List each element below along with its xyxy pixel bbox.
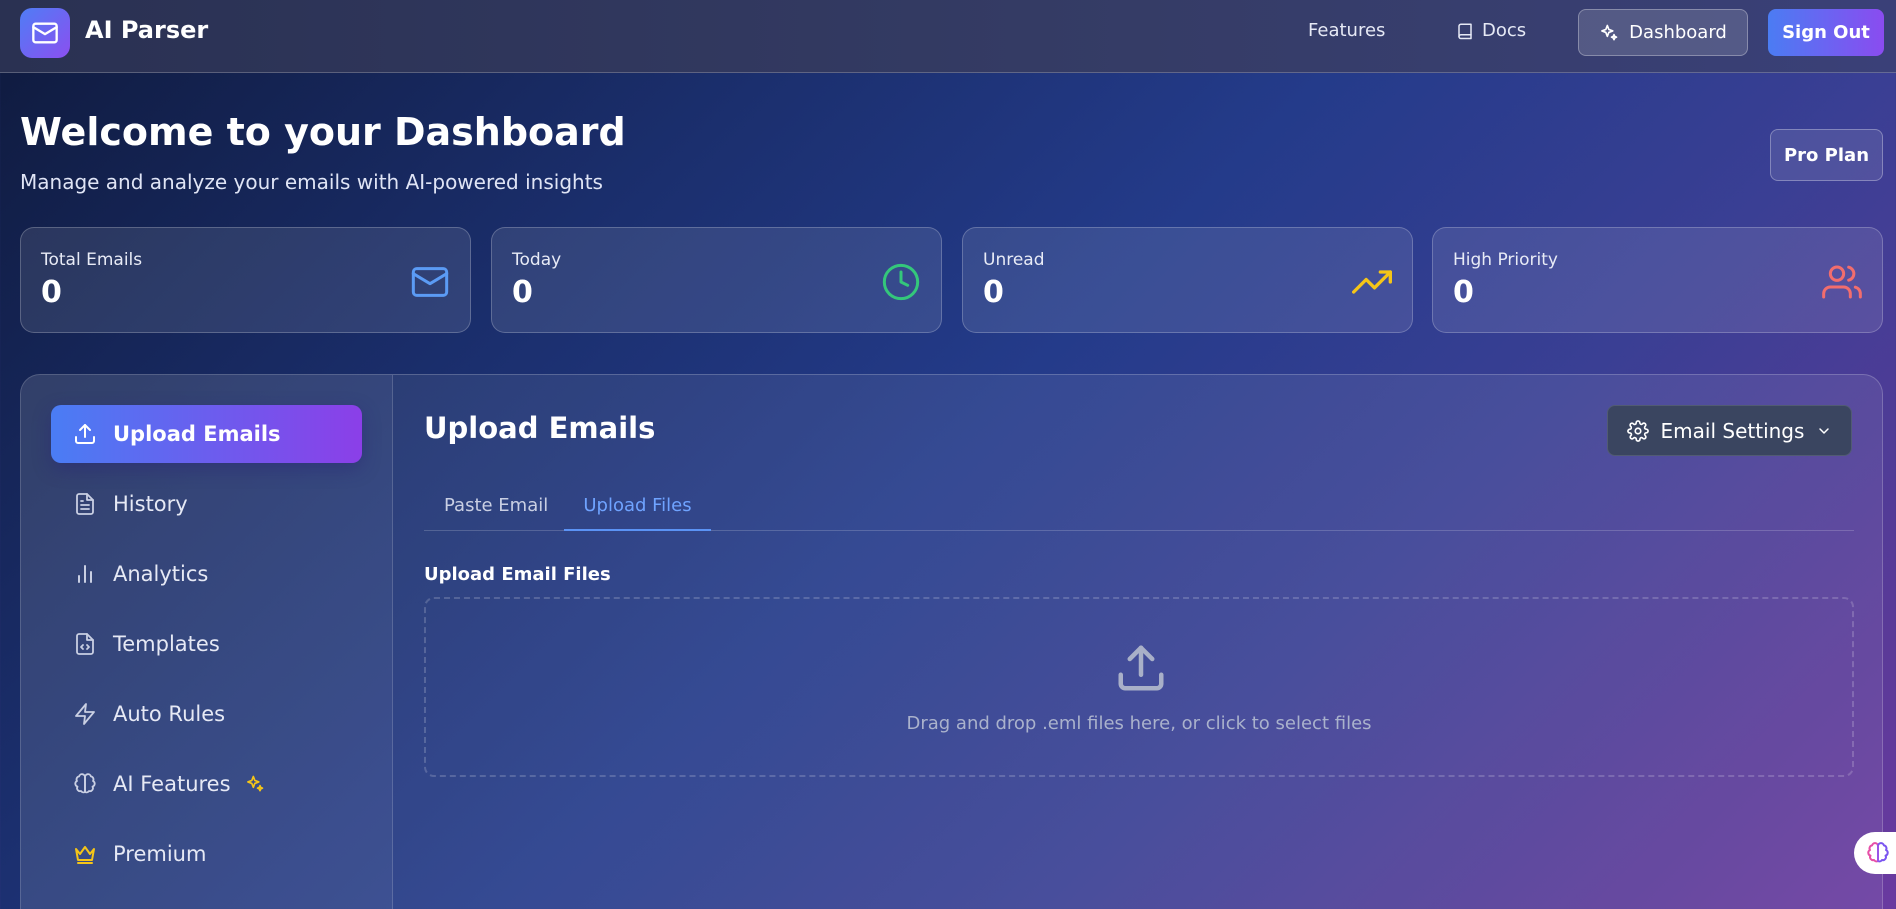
trending-up-icon <box>1352 270 1392 294</box>
gear-icon <box>1626 419 1649 442</box>
upload-tabs: Paste Email Upload Files <box>424 485 1854 531</box>
sidebar: Upload Emails History Analytics Template… <box>21 375 393 909</box>
mail-icon <box>411 267 449 297</box>
upload-icon <box>75 424 95 444</box>
sidebar-item-history[interactable]: History <box>51 475 362 533</box>
bar-chart-icon <box>78 565 92 583</box>
stat-label: High Priority <box>1453 250 1558 270</box>
stat-value: 0 <box>512 275 533 310</box>
upload-icon <box>1118 645 1164 691</box>
sparkles-icon <box>1601 24 1618 41</box>
nav-dashboard-label: Dashboard <box>1629 22 1727 43</box>
sidebar-item-label: Upload Emails <box>113 422 281 446</box>
stat-value: 0 <box>41 275 62 310</box>
sidebar-item-label: Templates <box>113 632 220 656</box>
sidebar-item-label: Auto Rules <box>113 702 226 726</box>
file-text-icon <box>76 493 94 515</box>
stat-card-today: Today 0 <box>491 227 942 333</box>
stat-label: Unread <box>983 250 1045 270</box>
stat-card-high-priority: High Priority 0 <box>1432 227 1883 333</box>
page-subtitle: Manage and analyze your emails with AI-p… <box>20 170 603 194</box>
content-title: Upload Emails <box>424 411 656 445</box>
file-dropzone[interactable]: Drag and drop .eml files here, or click … <box>424 597 1854 777</box>
file-code-icon <box>76 633 94 655</box>
tab-label: Upload Files <box>583 495 692 516</box>
stat-card-unread: Unread 0 <box>962 227 1413 333</box>
tab-paste-email[interactable]: Paste Email <box>444 495 548 516</box>
stat-value: 0 <box>983 275 1004 310</box>
stat-label: Today <box>512 250 562 270</box>
mail-icon <box>32 22 58 44</box>
nav-features-link[interactable]: Features <box>1308 20 1385 41</box>
app-logo[interactable] <box>20 8 70 58</box>
stat-card-total-emails: Total Emails 0 <box>20 227 471 333</box>
sidebar-item-templates[interactable]: Templates <box>51 615 362 673</box>
sign-out-button[interactable]: Sign Out <box>1768 9 1884 56</box>
sidebar-item-upload-emails[interactable]: Upload Emails <box>51 405 362 463</box>
brain-icon <box>1867 842 1889 863</box>
page-title: Welcome to your Dashboard <box>20 110 626 154</box>
stat-label: Total Emails <box>41 250 143 270</box>
sidebar-item-label: AI Features <box>113 772 231 796</box>
sidebar-item-auto-rules[interactable]: Auto Rules <box>51 685 362 743</box>
tab-upload-files[interactable]: Upload Files <box>564 485 711 531</box>
brain-icon <box>74 773 96 794</box>
email-settings-label: Email Settings <box>1660 418 1805 443</box>
sidebar-item-label: Analytics <box>113 562 209 586</box>
sidebar-item-analytics[interactable]: Analytics <box>51 545 362 603</box>
sidebar-item-premium[interactable]: Premium <box>51 825 362 883</box>
nav-dashboard-button[interactable]: Dashboard <box>1578 9 1748 56</box>
nav-features-label: Features <box>1308 20 1386 41</box>
pro-plan-badge[interactable]: Pro Plan <box>1770 129 1883 181</box>
crown-icon <box>75 846 95 864</box>
sidebar-item-label: History <box>113 492 188 516</box>
sidebar-item-ai-features[interactable]: AI Features <box>51 755 362 813</box>
pro-plan-label: Pro Plan <box>1783 144 1870 166</box>
ai-assistant-button[interactable] <box>1854 832 1896 874</box>
lightning-icon <box>75 703 95 725</box>
app-name: AI Parser <box>85 16 209 44</box>
users-icon <box>1822 265 1862 299</box>
email-settings-button[interactable]: Email Settings <box>1607 405 1852 456</box>
upload-label: Upload Email Files <box>424 564 611 585</box>
stat-value: 0 <box>1453 275 1474 310</box>
clock-icon <box>882 263 920 301</box>
chevron-down-icon <box>1819 427 1830 434</box>
tab-label: Paste Email <box>444 495 549 516</box>
sidebar-item-label: Premium <box>113 842 207 866</box>
sign-out-label: Sign Out <box>1782 22 1870 43</box>
top-navbar: AI Parser Features Docs Dashboard Sign O… <box>0 0 1896 73</box>
nav-docs-label: Docs <box>1482 20 1527 41</box>
dropzone-text: Drag and drop .eml files here, or click … <box>906 713 1372 734</box>
book-icon <box>1458 23 1472 39</box>
main-panel: Upload Emails History Analytics Template… <box>20 374 1883 909</box>
sparkles-icon <box>246 775 263 792</box>
nav-docs-link[interactable]: Docs <box>1456 20 1526 41</box>
